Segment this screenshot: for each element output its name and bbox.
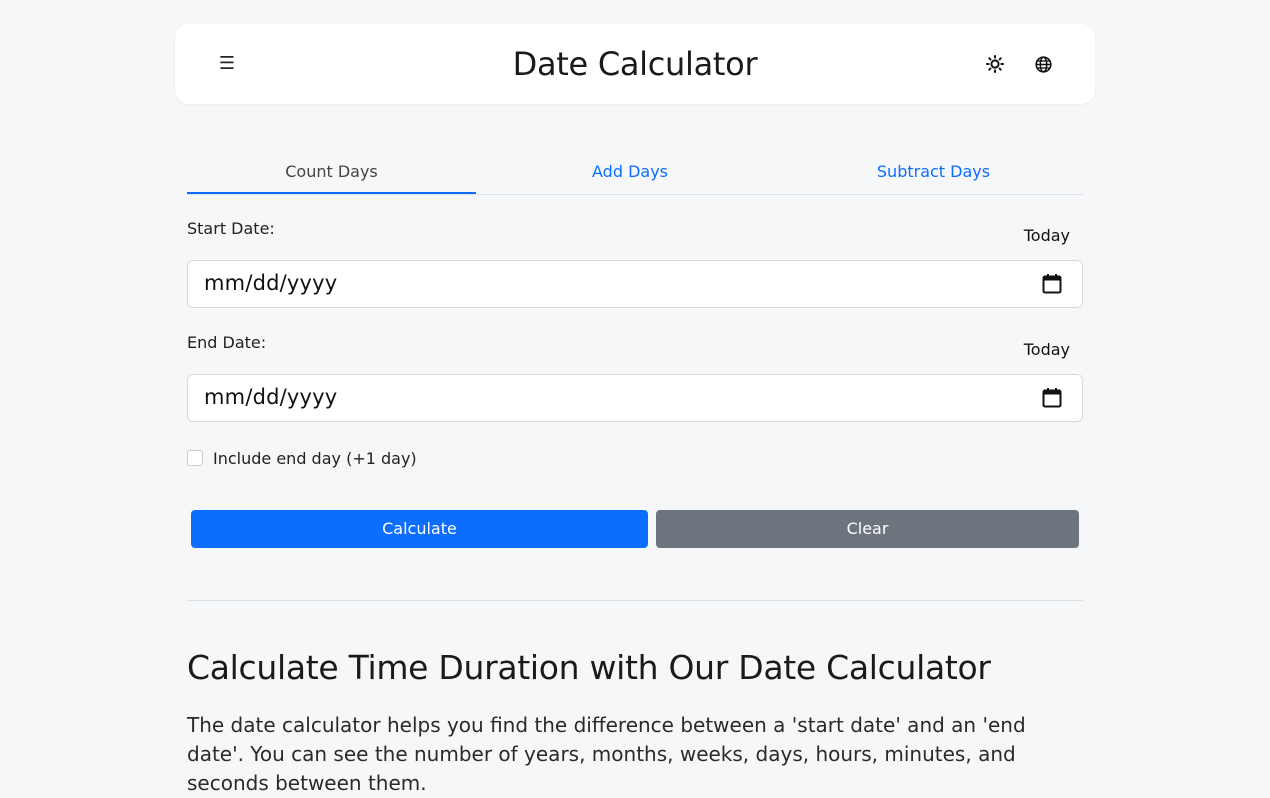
start-today-button[interactable]: Today <box>1024 226 1070 245</box>
calendar-icon[interactable] <box>1040 386 1064 410</box>
start-date-label: Start Date: <box>187 219 275 238</box>
tab-count-days[interactable]: Count Days <box>187 150 476 194</box>
page-title: Date Calculator <box>512 45 758 83</box>
mode-tabs: Count Days Add Days Subtract Days <box>187 150 1083 195</box>
start-date-input[interactable]: mm/dd/yyyy <box>187 260 1083 308</box>
start-date-value: mm/dd/yyyy <box>204 271 338 295</box>
end-date-value: mm/dd/yyyy <box>204 385 338 409</box>
include-end-day-row: Include end day (+1 day) <box>187 446 417 470</box>
info-paragraph: The date calculator helps you find the d… <box>187 713 1026 795</box>
section-divider <box>187 600 1083 601</box>
end-today-button[interactable]: Today <box>1024 340 1070 359</box>
globe-icon[interactable] <box>1031 52 1055 76</box>
sun-icon[interactable] <box>983 52 1007 76</box>
tab-add-days[interactable]: Add Days <box>476 150 784 193</box>
include-end-day-checkbox[interactable] <box>187 450 203 466</box>
info-heading: Calculate Time Duration with Our Date Ca… <box>187 648 991 687</box>
app-header: ☰ Date Calculator <box>175 24 1095 104</box>
include-end-day-label[interactable]: Include end day (+1 day) <box>213 449 417 468</box>
calculate-button[interactable]: Calculate <box>191 510 648 548</box>
clear-button[interactable]: Clear <box>656 510 1079 548</box>
menu-icon[interactable]: ☰ <box>215 52 239 76</box>
end-date-input[interactable]: mm/dd/yyyy <box>187 374 1083 422</box>
tab-subtract-days[interactable]: Subtract Days <box>784 150 1083 193</box>
end-date-label: End Date: <box>187 333 267 352</box>
calendar-icon[interactable] <box>1040 272 1064 296</box>
